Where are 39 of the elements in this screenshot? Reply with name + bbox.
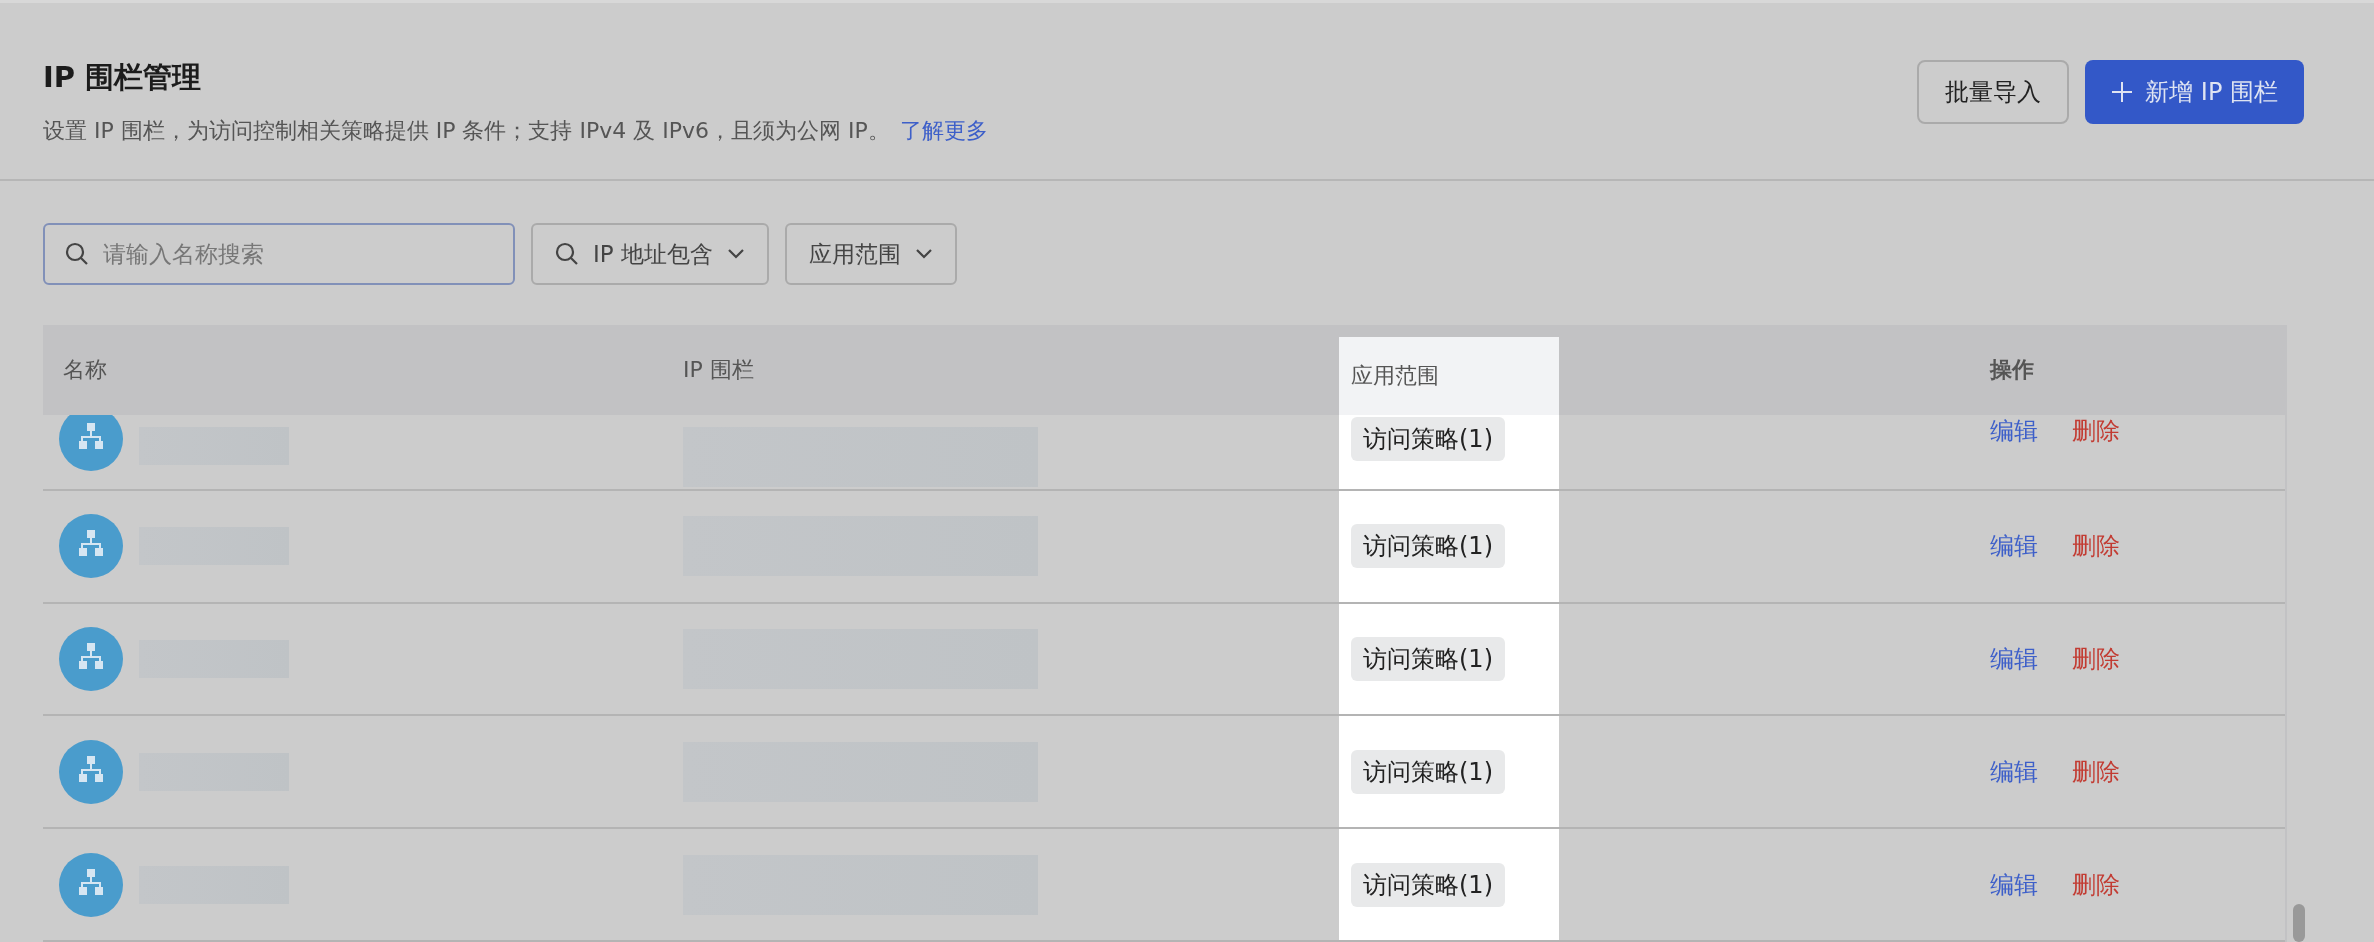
network-avatar-icon [59, 627, 123, 691]
edit-link[interactable]: 编辑 [1990, 868, 2038, 901]
scrollbar-thumb[interactable] [2293, 904, 2305, 942]
add-button[interactable]: 新增 IP 围栏 [2085, 60, 2304, 124]
filter-dropdown[interactable]: IP 地址包含 [531, 223, 769, 285]
chevron-down-icon [726, 248, 745, 260]
network-avatar-icon [59, 514, 123, 579]
network-avatar-icon [59, 415, 123, 472]
column-header: 名称 [62, 356, 108, 385]
scope-tag: 访问策略(1) [1351, 637, 1505, 681]
network-avatar-icon [59, 852, 123, 917]
delete-link[interactable]: 删除 [2072, 530, 2120, 563]
network-avatar-icon [59, 739, 123, 804]
edit-link[interactable]: 编辑 [1990, 415, 2038, 448]
scope-tag: 访问策略(1) [1351, 862, 1505, 907]
import-button[interactable]: 批量导入 [1917, 60, 2070, 124]
search-input[interactable]: 请输入名称搜索 [101, 240, 493, 268]
column-header: 操作 [1990, 356, 2035, 385]
scope-tag: 访问策略(1) [1351, 524, 1505, 569]
learn-more-link[interactable]: 了解更多 [899, 118, 988, 143]
page-description: 设置 IP 围栏，为访问控制相关策略提供 IP 条件；支持 IPv4 及 IPv6，且须为公网 IP。 了解更多 [43, 117, 988, 145]
chevron-down-icon [914, 248, 933, 260]
edit-link[interactable]: 编辑 [1990, 755, 2038, 788]
edit-link[interactable]: 编辑 [1990, 643, 2038, 675]
search-icon [555, 242, 579, 266]
scope-tag: 访问策略(1) [1351, 417, 1505, 462]
search-icon [65, 242, 89, 266]
plus-icon [2111, 81, 2134, 103]
delete-link[interactable]: 删除 [2072, 415, 2120, 448]
scope-tag: 访问策略(1) [1351, 749, 1505, 794]
column-header: IP 围栏 [683, 356, 755, 385]
filter-dropdown[interactable]: 应用范围 [784, 223, 957, 285]
delete-link[interactable]: 删除 [2072, 755, 2120, 788]
column-header: 应用范围 [1339, 337, 1559, 416]
page-title: IP 围栏管理 [43, 59, 203, 96]
edit-link[interactable]: 编辑 [1990, 530, 2038, 563]
delete-link[interactable]: 删除 [2072, 868, 2120, 901]
delete-link[interactable]: 删除 [2072, 643, 2120, 675]
search-field[interactable]: 请输入名称搜索 [43, 223, 515, 285]
